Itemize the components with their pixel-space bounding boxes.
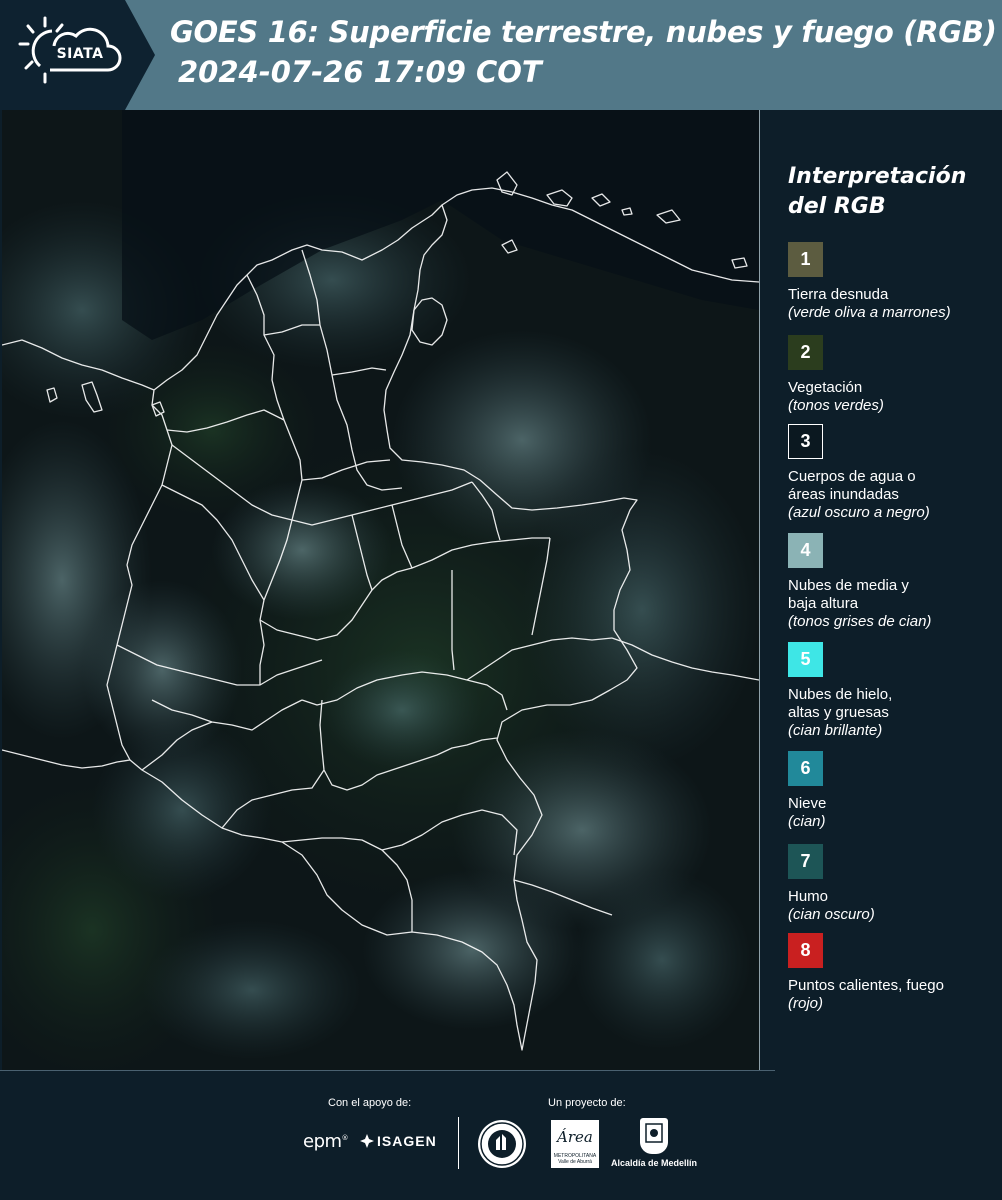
- legend-item-low-clouds: 4 Nubes de media y baja altura (tonos gr…: [788, 533, 998, 631]
- legend-swatch-8: 8: [788, 933, 823, 968]
- satellite-image: [2, 110, 759, 1070]
- legend-item-water: 3 Cuerpos de agua o áreas inundadas (azu…: [788, 424, 998, 522]
- epm-logo-text: epm: [303, 1131, 342, 1152]
- footer-vertical-divider: [458, 1117, 459, 1169]
- area-logo-subtitle: METROPOLITANA Valle de Aburrá: [553, 1153, 597, 1165]
- support-label: Con el apoyo de:: [328, 1097, 412, 1109]
- legend-hint: (tonos grises de cian): [788, 613, 932, 630]
- epm-logo: epm®: [303, 1131, 349, 1152]
- footer-divider-line: [0, 1070, 775, 1071]
- map-frame-line: [759, 110, 760, 1070]
- legend-label: Nubes de hielo, altas y gruesas: [788, 686, 893, 721]
- legend-hint: (rojo): [788, 995, 824, 1012]
- alcaldia-logo-text: Alcaldía de Medellín: [611, 1158, 698, 1168]
- isagen-logo-text: ISAGEN: [377, 1133, 437, 1149]
- isagen-logo: ISAGEN: [360, 1133, 437, 1149]
- seal-icon: [480, 1122, 524, 1166]
- legend-label: Humo: [788, 888, 829, 905]
- legend-swatch-2: 2: [788, 335, 823, 370]
- page-title: GOES 16: Superficie terrestre, nubes y f…: [170, 15, 997, 49]
- area-metropolitana-logo: Área METROPOLITANA Valle de Aburrá: [551, 1120, 599, 1168]
- legend-hint: (cian oscuro): [788, 906, 875, 923]
- satellite-map[interactable]: [2, 110, 759, 1070]
- legend-hint: (verde oliva a marrones): [788, 304, 951, 321]
- legend-swatch-3: 3: [788, 424, 823, 459]
- legend-title-line2: del RGB: [788, 194, 886, 219]
- legend-item-bare-land: 1 Tierra desnuda (verde oliva a marrones…: [788, 242, 998, 322]
- legend-hint: (tonos verdes): [788, 397, 884, 414]
- epm-registered-mark: ®: [341, 1134, 349, 1142]
- header-bar: SIATA GOES 16: Superficie terrestre, nub…: [0, 0, 1002, 110]
- legend-item-vegetation: 2 Vegetación (tonos verdes): [788, 335, 998, 415]
- legend-label: Cuerpos de agua o áreas inundadas: [788, 468, 916, 503]
- siata-logo-text: SIATA: [56, 46, 104, 62]
- legend-label: Puntos calientes, fuego: [788, 977, 944, 994]
- legend-item-fire: 8 Puntos calientes, fuego (rojo): [788, 933, 998, 1013]
- legend-label: Nubes de media y baja altura: [788, 577, 909, 612]
- legend-swatch-7: 7: [788, 844, 823, 879]
- timestamp: 2024-07-26 17:09 COT: [178, 55, 542, 89]
- legend-swatch-4: 4: [788, 533, 823, 568]
- project-label: Un proyecto de:: [548, 1097, 626, 1109]
- siata-logo: SIATA: [0, 0, 155, 110]
- legend-swatch-1: 1: [788, 242, 823, 277]
- alcaldia-shield-icon: [640, 1118, 668, 1154]
- legend-label: Vegetación: [788, 379, 863, 396]
- legend-hint: (cian): [788, 813, 826, 830]
- legend-hint: (azul oscuro a negro): [788, 504, 930, 521]
- area-logo-word: Área: [557, 1128, 593, 1146]
- legend-item-snow: 6 Nieve (cian): [788, 751, 998, 831]
- legend-item-smoke: 7 Humo (cian oscuro): [788, 844, 998, 924]
- legend-label: Tierra desnuda: [788, 286, 889, 303]
- legend-title: Interpretación del RGB: [788, 162, 998, 222]
- legend-title-line1: Interpretación: [788, 164, 967, 189]
- legend-hint: (cian brillante): [788, 722, 883, 739]
- rgb-legend: Interpretación del RGB 1 Tierra desnuda …: [788, 162, 998, 1012]
- legend-swatch-6: 6: [788, 751, 823, 786]
- legend-swatch-5: 5: [788, 642, 823, 677]
- coat-of-arms-icon: [645, 1123, 663, 1143]
- isagen-mark-icon: [360, 1134, 374, 1148]
- university-seal-logo: [478, 1120, 526, 1168]
- legend-label: Nieve: [788, 795, 827, 812]
- legend-item-ice-clouds: 5 Nubes de hielo, altas y gruesas (cian …: [788, 642, 998, 740]
- footer: Con el apoyo de: Un proyecto de: epm® IS…: [0, 1070, 1002, 1200]
